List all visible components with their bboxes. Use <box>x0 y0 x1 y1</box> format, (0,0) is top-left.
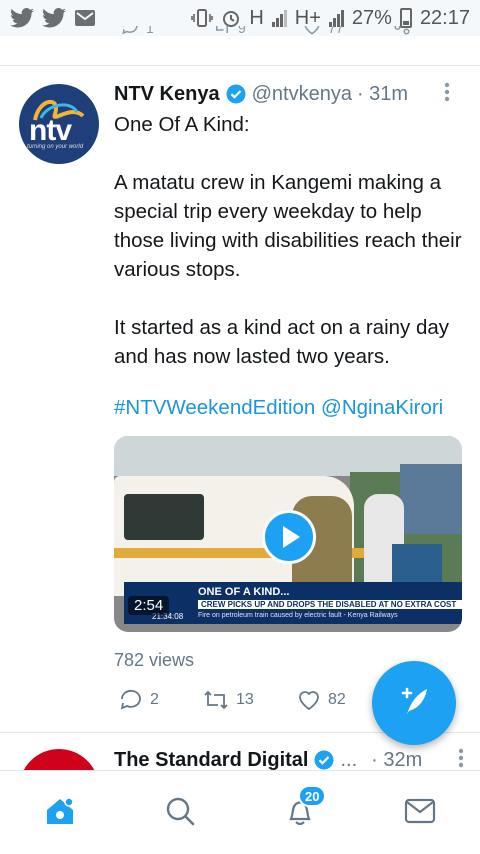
like-count: 77 <box>328 26 344 36</box>
retweet-count: 13 <box>236 691 254 708</box>
author-name[interactable]: NTV Kenya <box>114 83 220 106</box>
tweet-time: · 31m <box>356 82 409 105</box>
play-button-icon[interactable] <box>262 510 316 564</box>
video-subtitle: CREW PICKS UP AND DROPS THE DISABLED AT … <box>198 600 462 609</box>
more-options-icon[interactable] <box>458 748 464 768</box>
reply-button[interactable]: 2 <box>118 688 159 712</box>
mail-notification-icon <box>74 9 96 27</box>
reply-count: 1 <box>146 26 154 36</box>
more-options-icon[interactable] <box>444 82 450 102</box>
envelope-icon <box>404 798 436 829</box>
author-handle[interactable]: ... <box>340 749 357 772</box>
video-duration: 2:54 <box>128 596 170 615</box>
tweet-header: NTV Kenya @ntvkenya · 31m <box>114 80 470 108</box>
tweet-links: #NTVWeekendEdition @NginaKirori <box>114 396 443 420</box>
share-icon[interactable] <box>390 26 414 39</box>
vibrate-icon <box>191 8 214 28</box>
nav-messages[interactable] <box>400 793 440 833</box>
previous-tweet-actions: 1 9 77 <box>114 26 414 46</box>
compose-tweet-button[interactable] <box>372 661 456 745</box>
verified-badge-icon <box>226 84 246 104</box>
hashtag-link[interactable]: #NTVWeekendEdition <box>114 396 315 419</box>
tweet-text: One Of A Kind: A matatu crew in Kangemi … <box>114 113 462 368</box>
twitter-notification-icon <box>10 8 34 28</box>
retweet-button[interactable]: 13 <box>202 688 254 712</box>
view-count: 782 views <box>114 650 195 670</box>
battery-icon <box>399 8 412 28</box>
author-name[interactable]: The Standard Digital <box>114 749 308 772</box>
alarm-icon <box>221 8 241 28</box>
tweet-divider <box>0 65 480 66</box>
video-lower-third: ONE OF A KIND... CREW PICKS UP AND DROPS… <box>124 582 462 624</box>
video-ticker: Fire on petroleum train caused by electr… <box>198 612 398 619</box>
nav-notifications[interactable]: 20 <box>280 785 327 833</box>
compose-feather-icon <box>397 684 431 723</box>
like-icon <box>296 688 322 712</box>
nav-search[interactable] <box>160 793 200 833</box>
video-frame <box>124 494 204 540</box>
avatar-tagline: turning on your world <box>27 144 84 150</box>
video-headline: ONE OF A KIND... <box>198 586 290 598</box>
avatar-logo-text: ntv <box>29 114 72 147</box>
retweet-icon <box>202 688 230 712</box>
video-player[interactable]: ONE OF A KIND... CREW PICKS UP AND DROPS… <box>114 436 462 632</box>
video-frame <box>400 464 462 534</box>
tweet-time: · 32m <box>371 748 423 771</box>
avatar[interactable]: ntv turning on your world <box>19 84 99 164</box>
nav-home[interactable] <box>40 793 80 833</box>
author-handle[interactable]: @ntvkenya <box>252 83 352 106</box>
clock: 22:17 <box>419 6 470 29</box>
tweet-actions: 2 13 82 <box>114 688 414 718</box>
mention-link[interactable]: @NginaKirori <box>321 396 443 419</box>
bottom-navigation: 20 <box>0 770 480 854</box>
reply-count: 2 <box>150 691 159 708</box>
home-icon <box>43 794 77 833</box>
like-button[interactable]: 82 <box>296 688 346 712</box>
reply-icon[interactable] <box>118 26 142 39</box>
signal-icon <box>271 9 287 27</box>
notifications-badge: 20 <box>298 785 327 807</box>
retweet-icon[interactable] <box>210 26 234 39</box>
reply-icon <box>118 688 144 712</box>
verified-badge-icon <box>314 750 334 770</box>
twitter-notification-icon <box>42 8 66 28</box>
like-count: 82 <box>328 691 346 708</box>
signal-icon <box>328 9 344 27</box>
like-icon[interactable] <box>300 26 324 39</box>
retweet-count: 9 <box>238 26 246 36</box>
search-icon <box>164 795 196 832</box>
